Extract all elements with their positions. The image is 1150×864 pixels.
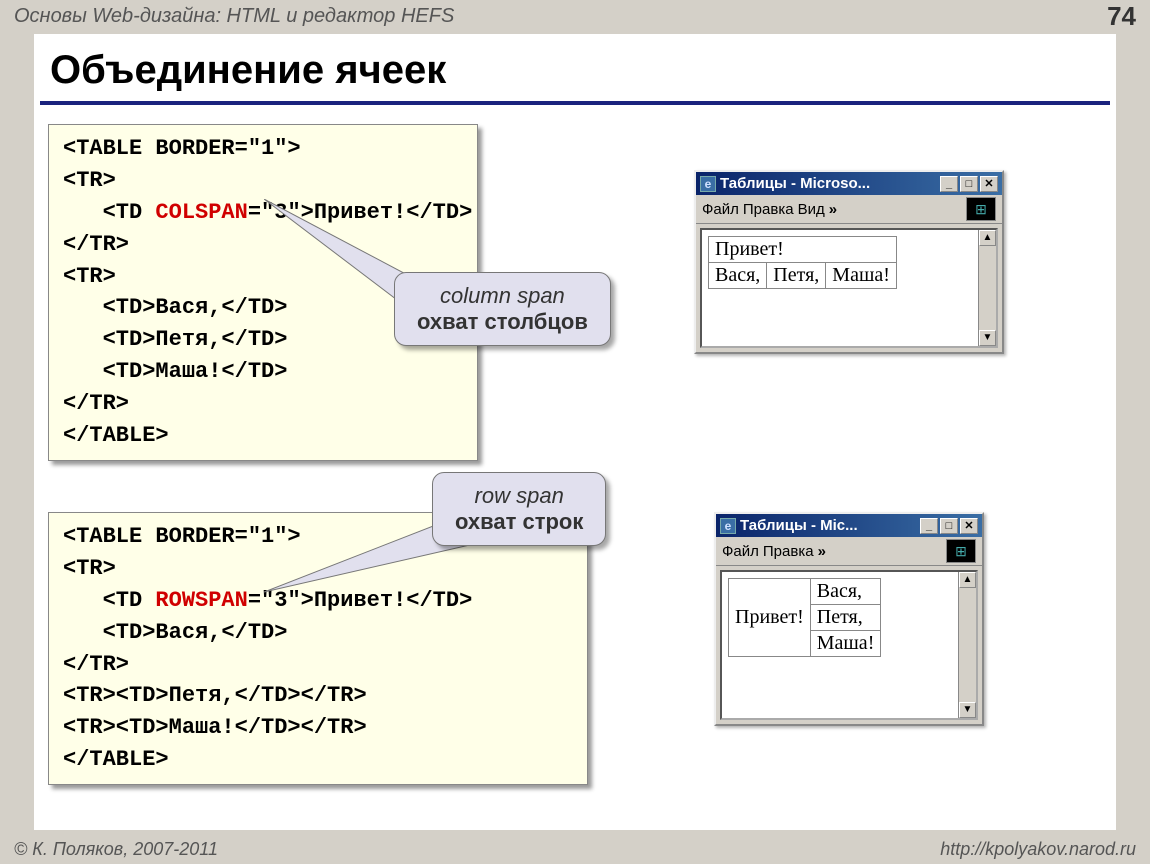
menu-more-icon[interactable]: » [818,543,826,560]
slide-header: Основы Web-дизайна: HTML и редактор HEFS… [0,0,1150,32]
ie-logo-icon: ⊞ [966,197,996,221]
table-cell: Маша! [826,263,897,289]
close-button[interactable]: ✕ [980,176,998,192]
menu-view[interactable]: Вид [798,201,825,218]
window-menubar: Файл Правка » ⊞ [716,537,982,566]
footer-url: http://kpolyakov.narod.ru [940,839,1136,860]
table-cell: Вася, [810,579,881,605]
callout-line1: column span [417,283,588,309]
browser-viewport: Привет! Вася, Петя, Маша! ▲ ▼ [720,570,978,720]
menu-file[interactable]: Файл [722,543,759,560]
table-cell: Вася, [709,263,767,289]
menu-file[interactable]: Файл [702,201,739,218]
demo-table-colspan: Привет! Вася, Петя, Маша! [708,236,897,289]
course-title: Основы Web-дизайна: HTML и редактор HEFS [14,5,454,28]
maximize-button[interactable]: □ [940,518,958,534]
ie-icon: e [700,176,716,192]
scroll-up-button[interactable]: ▲ [979,230,996,246]
scroll-down-button[interactable]: ▼ [959,702,976,718]
vertical-scrollbar[interactable]: ▲ ▼ [958,572,976,718]
browser-viewport: Привет! Вася, Петя, Маша! ▲ ▼ [700,228,998,348]
ie-logo-icon: ⊞ [946,539,976,563]
slide-footer: © К. Поляков, 2007-2011 http://kpolyakov… [0,834,1150,864]
window-menubar: Файл Правка Вид » ⊞ [696,195,1002,224]
menu-more-icon[interactable]: » [829,201,837,218]
minimize-button[interactable]: _ [920,518,938,534]
table-cell: Петя, [810,605,881,631]
slide-content: Объединение ячеек <TABLE BORDER="1"> <TR… [34,34,1116,830]
table-cell: Привет! [709,237,897,263]
callout-line2: охват столбцов [417,309,588,335]
vertical-scrollbar[interactable]: ▲ ▼ [978,230,996,346]
window-titlebar: e Таблицы - Microso... _ □ ✕ [696,172,1002,195]
page-number: 74 [1107,1,1136,32]
copyright: © К. Поляков, 2007-2011 [14,839,218,860]
ie-icon: e [720,518,736,534]
demo-table-rowspan: Привет! Вася, Петя, Маша! [728,578,881,657]
menu-edit[interactable]: Правка [763,543,814,560]
scroll-up-button[interactable]: ▲ [959,572,976,588]
menu-edit[interactable]: Правка [743,201,794,218]
window-title: Таблицы - Microso... [720,175,936,192]
browser-window-2: e Таблицы - Mic... _ □ ✕ Файл Правка » ⊞… [714,512,984,726]
table-cell: Петя, [767,263,826,289]
window-title: Таблицы - Mic... [740,517,916,534]
table-cell: Маша! [810,631,881,657]
close-button[interactable]: ✕ [960,518,978,534]
callout-colspan: column span охват столбцов [394,272,611,346]
scroll-down-button[interactable]: ▼ [979,330,996,346]
callout-line1: row span [455,483,583,509]
minimize-button[interactable]: _ [940,176,958,192]
browser-window-1: e Таблицы - Microso... _ □ ✕ Файл Правка… [694,170,1004,354]
callout-line2: охват строк [455,509,583,535]
maximize-button[interactable]: □ [960,176,978,192]
table-cell: Привет! [729,579,811,657]
window-titlebar: e Таблицы - Mic... _ □ ✕ [716,514,982,537]
slide-title: Объединение ячеек [40,34,1110,105]
callout-rowspan: row span охват строк [432,472,606,546]
